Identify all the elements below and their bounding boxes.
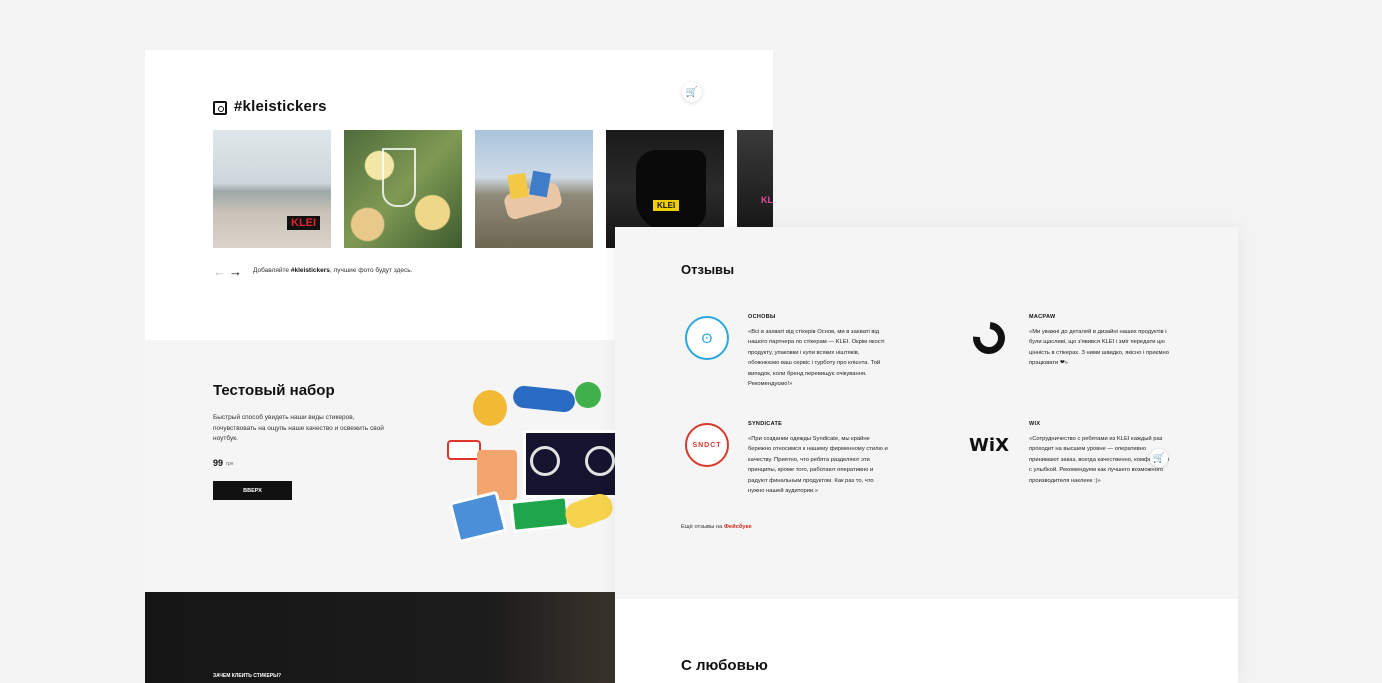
klei-sticker-label: KLEI: [653, 200, 680, 211]
reviews-title: Отзывы: [681, 262, 735, 277]
review-name-osnovy: ОСНОВЫ: [748, 314, 776, 320]
arrow-right-icon[interactable]: →: [229, 264, 242, 279]
sticker-image: [447, 440, 481, 460]
wheel-image: [530, 446, 560, 476]
wheel-image: [585, 446, 615, 476]
stickers-collage-image: [445, 380, 629, 550]
why-stickers-label: ЗАЧЕМ КЛЕИТЬ СТИКЕРЫ?: [213, 673, 282, 679]
arrow-left-icon[interactable]: ←: [213, 264, 226, 279]
love-section: С любовью: [615, 599, 1238, 683]
review-text-osnovy: «Всі в захваті від стікерів Основ, ми в …: [748, 329, 885, 388]
review-text-macpaw: «Ми уважні до деталей в дизайні наших пр…: [1029, 329, 1169, 367]
test-set-description: Быстрый способ увидеть наши виды стикеро…: [213, 414, 384, 442]
test-set-title: Тестовый набор: [213, 382, 335, 399]
klei-green-sticker-image: [509, 495, 571, 533]
facebook-link[interactable]: Фейсбуке: [724, 524, 752, 530]
review-name-wix: WIX: [1029, 421, 1041, 427]
review-text-syndicate: «При создании одежды Syndicate, мы крайн…: [748, 436, 888, 495]
reviews-page-panel: Отзывы ʘ ОСНОВЫ «Всі в захваті від стіке…: [615, 227, 1238, 683]
klei-sticker-label: KLEI: [761, 195, 773, 205]
review-text-wix: «Сотрудничество с ребятами из KLEI кажды…: [1029, 436, 1169, 484]
more-reviews-line: Ещё отзывы на Фейсбуке: [681, 524, 752, 530]
sticker-card-image: [507, 172, 529, 200]
wine-glass-image: [382, 148, 416, 207]
love-title: С любовью: [681, 657, 768, 674]
cart-icon[interactable]: 🛒: [682, 82, 702, 102]
sticker-image: [575, 382, 601, 408]
test-set-price: 99: [213, 458, 224, 468]
review-name-syndicate: SYNDICATE: [748, 421, 783, 427]
instagram-title: #kleistickers: [234, 98, 327, 115]
macpaw-ring-icon: [966, 315, 1012, 361]
macpaw-logo: [966, 315, 1012, 361]
review-name-macpaw: MACPAW: [1029, 314, 1056, 320]
test-set-currency: грн: [226, 461, 234, 467]
syndicate-logo: SNDCT: [685, 423, 729, 467]
boot-image: [636, 150, 706, 230]
cart-icon[interactable]: 🛒: [1150, 449, 1168, 467]
sticker-image: [512, 384, 576, 414]
instagram-caption: Добавляйте #kleistickers, лучшие фото бу…: [253, 267, 413, 274]
instagram-photo-1[interactable]: KLEI: [213, 130, 331, 248]
klei-sticker-label: KLEI: [287, 216, 321, 230]
sticker-image: [473, 390, 507, 426]
instagram-photo-3[interactable]: [475, 130, 593, 248]
sticker-image: [448, 490, 508, 544]
instagram-photo-2[interactable]: [344, 130, 462, 248]
osnovy-logo: ʘ: [685, 316, 729, 360]
instagram-icon[interactable]: [213, 101, 227, 115]
wix-logo: WiX: [969, 434, 1009, 456]
test-set-button[interactable]: ВВЕРХ: [213, 481, 292, 500]
